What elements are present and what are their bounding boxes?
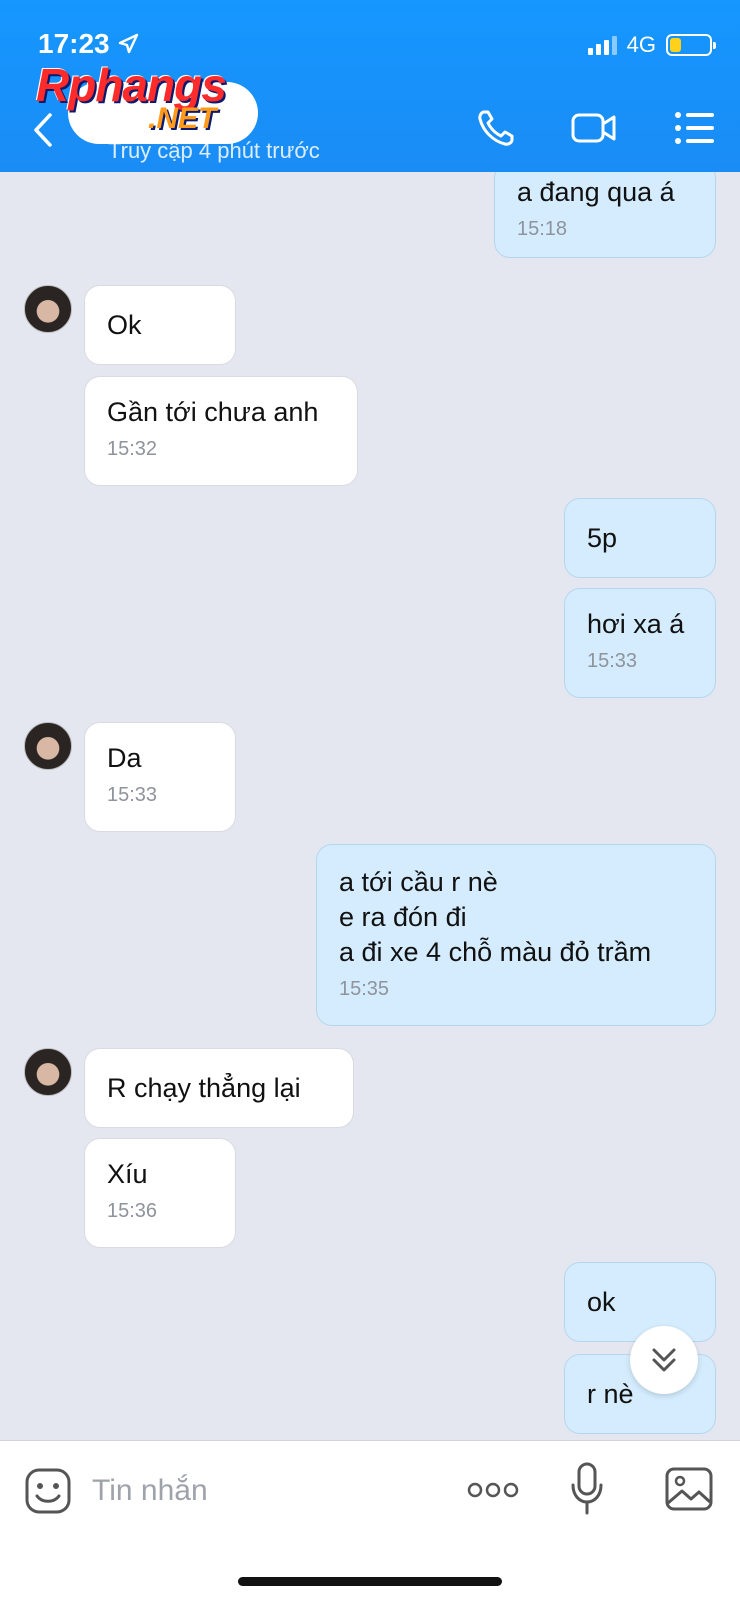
message-time: 15:33 — [107, 784, 158, 806]
message-text: a tới cầu r nè e ra đón đi a đi xe 4 chỗ… — [339, 867, 652, 967]
scroll-to-bottom-button[interactable] — [630, 1326, 698, 1394]
message-composer — [0, 1440, 740, 1600]
status-time: 17:23 — [38, 28, 139, 60]
message-outgoing[interactable]: 5p — [564, 498, 716, 578]
message-time: 15:36 — [107, 1200, 158, 1222]
chat-header: 17:23 4G Rphangs .NET Truy cập 4 phút tr… — [0, 0, 740, 172]
message-outgoing[interactable]: hơi xa á 15:33 — [564, 588, 716, 698]
message-incoming[interactable]: Da 15:33 — [84, 722, 236, 832]
message-text: 5p — [587, 523, 618, 553]
network-type: 4G — [626, 32, 656, 57]
message-text: R chạy thẳng lại — [107, 1073, 301, 1103]
battery-icon — [666, 34, 716, 56]
message-text: Da — [107, 743, 142, 773]
location-arrow-icon — [119, 33, 139, 54]
message-text: Ok — [107, 310, 142, 340]
double-chevron-down-icon — [652, 1348, 676, 1372]
message-time: 15:33 — [587, 650, 638, 672]
message-incoming[interactable]: R chạy thẳng lại — [84, 1048, 354, 1128]
image-gallery-icon[interactable] — [664, 1465, 714, 1513]
message-text: a đang qua á — [517, 177, 675, 207]
emoji-sticker-icon[interactable] — [24, 1467, 72, 1515]
signal-icon — [587, 35, 617, 55]
message-outgoing[interactable]: a đang qua á 15:18 — [494, 172, 716, 258]
message-time: 15:18 — [517, 218, 568, 240]
message-text: Xíu — [107, 1159, 148, 1189]
more-options-icon[interactable] — [466, 1475, 520, 1505]
message-incoming[interactable]: Ok — [84, 285, 236, 365]
microphone-icon[interactable] — [570, 1461, 604, 1517]
message-text: ok — [587, 1287, 616, 1317]
phone-call-icon[interactable] — [474, 106, 522, 150]
message-outgoing[interactable]: a tới cầu r nè e ra đón đi a đi xe 4 chỗ… — [316, 844, 716, 1026]
message-outgoing[interactable]: ok — [564, 1262, 716, 1342]
contact-avatar[interactable] — [24, 1048, 72, 1096]
message-incoming[interactable]: Xíu 15:36 — [84, 1138, 236, 1248]
watermark-sub: .NET — [148, 102, 217, 135]
last-seen-status: Truy cập 4 phút trước — [108, 138, 320, 163]
contact-avatar[interactable] — [24, 285, 72, 333]
video-call-icon[interactable] — [570, 106, 618, 150]
watermark-logo: Rphangs .NET — [36, 58, 266, 138]
message-text: Gần tới chưa anh — [107, 397, 319, 427]
message-input[interactable] — [92, 1465, 432, 1517]
menu-list-icon[interactable] — [672, 106, 716, 150]
message-list[interactable]: a đang qua á 15:18 Ok Gần tới chưa anh 1… — [0, 172, 740, 1440]
message-incoming[interactable]: Gần tới chưa anh 15:32 — [84, 376, 358, 486]
message-time: 15:32 — [107, 438, 158, 460]
home-indicator[interactable] — [238, 1577, 502, 1586]
status-indicators: 4G — [587, 32, 716, 58]
contact-avatar[interactable] — [24, 722, 72, 770]
message-text: hơi xa á — [587, 609, 685, 639]
message-time: 15:35 — [339, 978, 390, 1000]
status-time-text: 17:23 — [38, 28, 110, 59]
